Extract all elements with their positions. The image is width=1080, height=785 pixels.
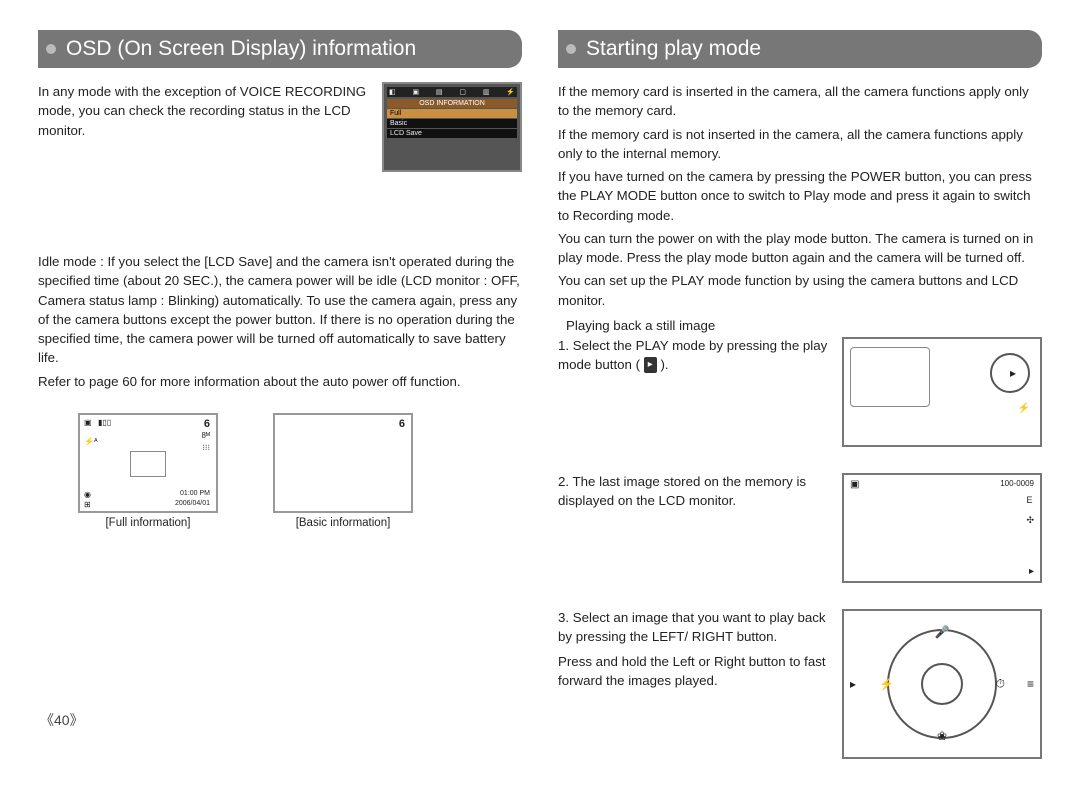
basic-info-count: 6 — [399, 418, 405, 430]
nav-play-icon: ▸ — [850, 677, 856, 691]
basic-info-figure: 6 [Basic information] — [273, 413, 413, 529]
step3-text: 3. Select an image that you want to play… — [558, 609, 830, 647]
nav-left-flash-icon: ⚡ — [879, 677, 894, 691]
page-number: 《40》 — [40, 710, 84, 730]
camera-body-outline — [850, 347, 930, 407]
play-p1: If the memory card is inserted in the ca… — [558, 82, 1042, 121]
full-info-caption: [Full information] — [105, 517, 190, 529]
flash-icon: ⚡ — [1018, 403, 1030, 414]
full-info-bl1-icon: ◉ — [84, 490, 91, 499]
full-info-bl2-icon: ⊞ — [84, 500, 91, 509]
step1-figure: ▸ ⚡ — [842, 337, 1042, 447]
lcd-menu-item-basic: Basic — [387, 119, 517, 128]
full-info-tl-icon: ▣ — [84, 418, 92, 427]
basic-info-caption: [Basic information] — [296, 517, 391, 529]
fig2-mid-icon: ✣ — [1026, 515, 1034, 526]
full-info-figure: ▣ ▮▯▯ 6 8ᴹ ⁝⁝⁝ ⚡ᴬ ◉ ⊞ 01:00 PM 2006/04/0… — [78, 413, 218, 529]
play-mode-button-icon: ▸ — [644, 357, 657, 373]
lcd-menu-item-lcd-save: LCD Save — [387, 129, 517, 138]
play-p2: If the memory card is not inserted in th… — [558, 125, 1042, 164]
play-p3: If you have turned on the camera by pres… — [558, 167, 1042, 225]
fig2-file-number: 100-0009 — [1000, 479, 1034, 488]
full-info-quality-icon: ⁝⁝⁝ — [202, 443, 210, 452]
header-osd-text: OSD (On Screen Display) information — [66, 37, 416, 61]
lcd-menu-illustration: ◧▣▤▢▥⚡ OSD INFORMATION Full Basic LCD Sa… — [382, 82, 522, 172]
refer-page60: Refer to page 60 for more information ab… — [38, 372, 522, 391]
full-info-time: 01:00 PM — [180, 490, 210, 497]
step3-figure: 🎤 ❀ ⚡ ⏱ ≡ ▸ — [842, 609, 1042, 759]
nav-center-outline — [921, 663, 963, 705]
lcd-menu-item-full: Full — [387, 109, 517, 118]
lcd-menu-title: OSD INFORMATION — [387, 99, 517, 108]
play-subhead: Playing back a still image — [566, 318, 1042, 333]
step1-text-b: ). — [660, 357, 668, 372]
play-icon: ▸ — [1010, 366, 1016, 380]
step2-text: 2. The last image stored on the memory i… — [558, 473, 842, 583]
play-p5: You can set up the PLAY mode function by… — [558, 271, 1042, 310]
idle-mode-text: Idle mode : If you select the [LCD Save]… — [38, 252, 522, 368]
full-info-battery-icon: ▮▯▯ — [98, 418, 111, 427]
section-header-osd: OSD (On Screen Display) information — [38, 30, 522, 68]
fig2-e-icon: E — [1026, 495, 1034, 505]
fig2-play-arrow-icon: ▸ — [1029, 566, 1034, 577]
step2-figure: ▣ 100-0009 E ✣ ▸ — [842, 473, 1042, 583]
section-header-play: Starting play mode — [558, 30, 1042, 68]
step3-note: Press and hold the Left or Right button … — [558, 653, 830, 691]
osd-intro: In any mode with the exception of VOICE … — [38, 82, 372, 140]
nav-right-timer-icon: ⏱ — [996, 676, 1005, 691]
nav-up-mic-icon: 🎤 — [935, 625, 950, 639]
nav-menu-icon: ≡ — [1027, 677, 1034, 691]
full-info-flash-icon: ⚡ᴬ — [84, 437, 98, 446]
full-info-size-icon: 8ᴹ — [201, 431, 210, 440]
nav-down-macro-icon: ❀ — [937, 729, 947, 743]
fig2-play-icon: ▣ — [850, 479, 859, 490]
full-info-date: 2006/04/01 — [175, 500, 210, 507]
full-info-count: 6 — [204, 418, 210, 430]
full-info-focus-frame — [130, 451, 166, 477]
header-play-text: Starting play mode — [586, 37, 761, 61]
play-p4: You can turn the power on with the play … — [558, 229, 1042, 268]
step1-text-a: 1. Select the PLAY mode by pressing the … — [558, 338, 827, 372]
